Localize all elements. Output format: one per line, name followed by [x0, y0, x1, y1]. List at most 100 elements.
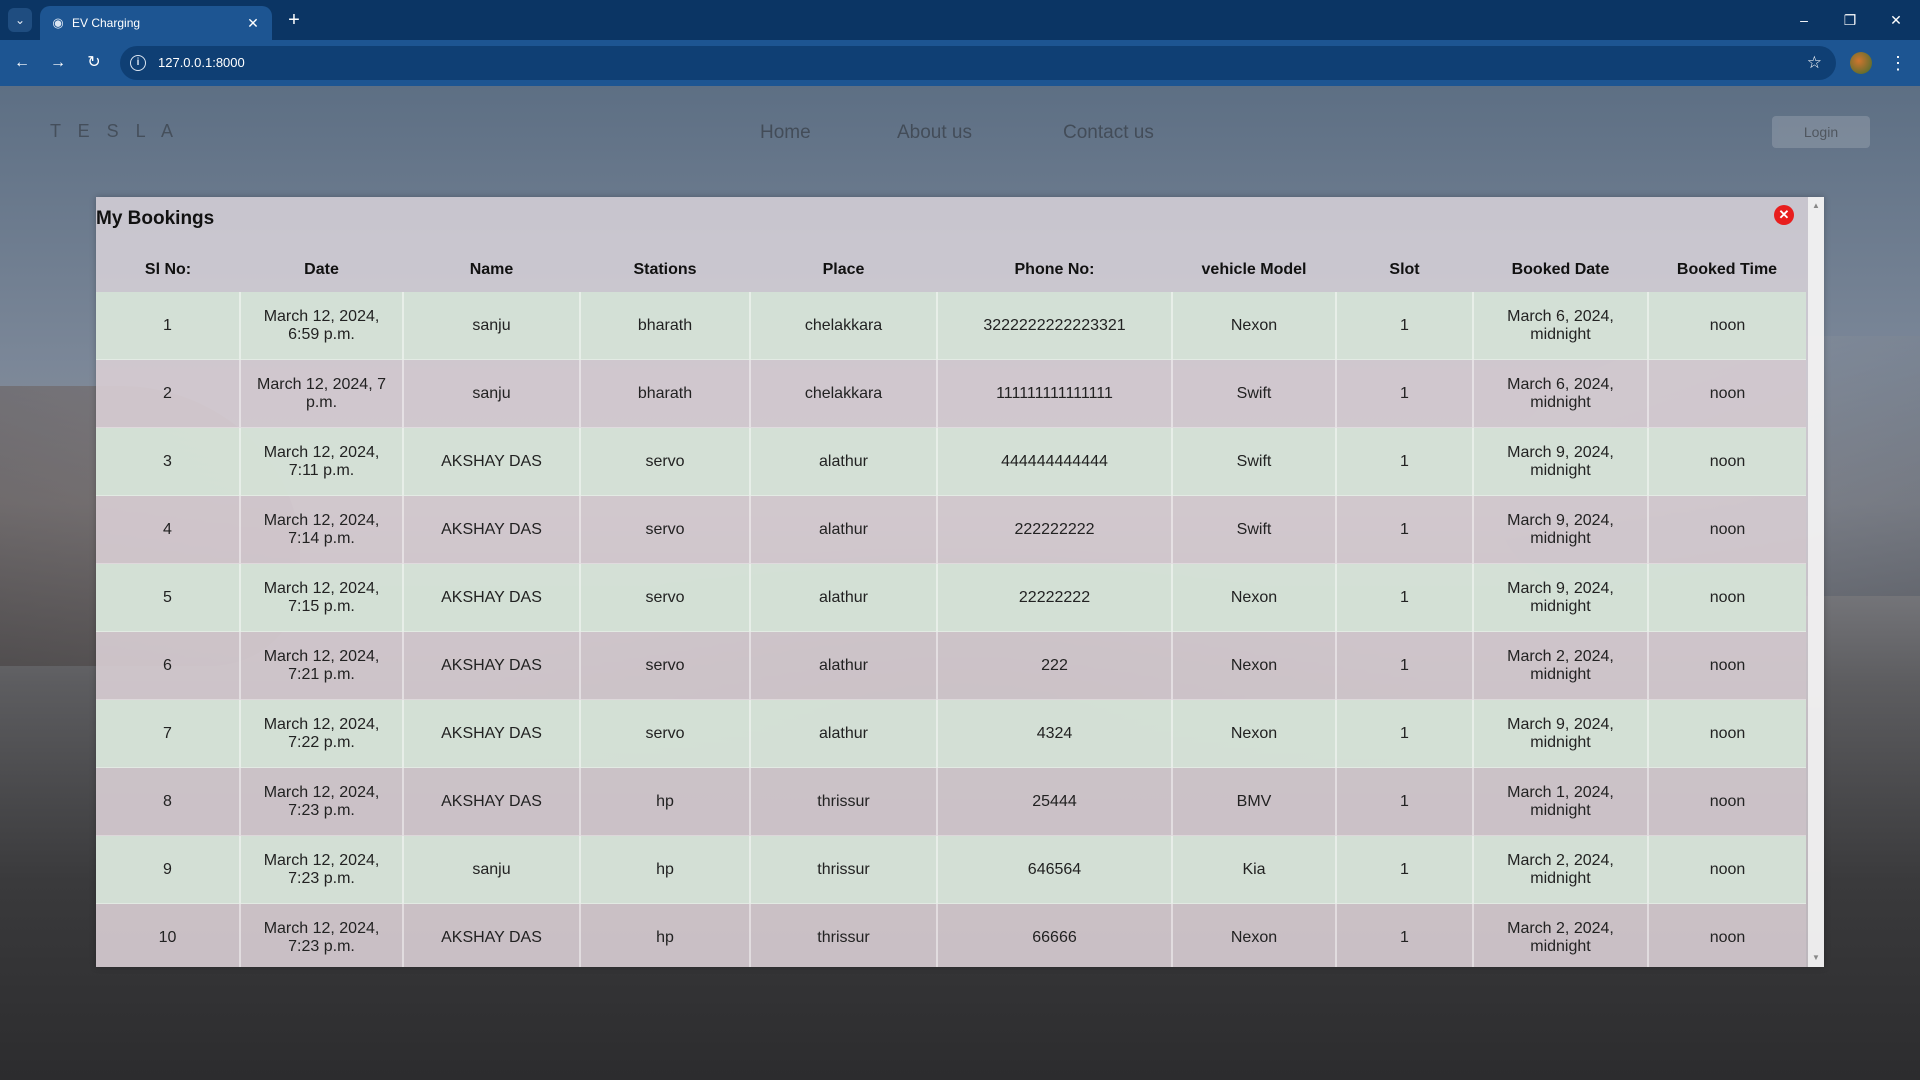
- cell-sl: 4: [96, 495, 241, 564]
- cell-slot: 1: [1336, 631, 1474, 700]
- cell-sl: 8: [96, 767, 241, 836]
- address-url[interactable]: 127.0.0.1:8000: [158, 55, 245, 71]
- cell-name: AKSHAY DAS: [403, 631, 581, 700]
- cell-booked-time: noon: [1648, 903, 1806, 967]
- minimize-icon[interactable]: –: [1792, 8, 1816, 32]
- nav-link-about[interactable]: About us: [897, 122, 972, 144]
- scroll-down-arrow-icon[interactable]: ▼: [1808, 951, 1824, 965]
- cell-model: BMV: [1172, 767, 1337, 836]
- browser-tab[interactable]: ◉ EV Charging ✕: [40, 6, 272, 40]
- cell-slot: 1: [1336, 292, 1474, 360]
- cell-station: servo: [580, 427, 751, 496]
- cell-place: alathur: [750, 563, 938, 632]
- cell-model: Nexon: [1172, 631, 1337, 700]
- cell-name: AKSHAY DAS: [403, 495, 581, 564]
- cell-phone: 66666: [937, 903, 1173, 967]
- cell-booked-time: noon: [1648, 495, 1806, 564]
- tab-search-chevron-down-icon[interactable]: ⌄: [8, 8, 32, 32]
- modal-scrollbar[interactable]: ▲ ▼: [1808, 197, 1824, 967]
- modal-close-icon[interactable]: ✕: [1774, 205, 1794, 225]
- table-row: 6 March 12, 2024, 7:21 p.m. AKSHAY DAS s…: [96, 631, 1806, 700]
- cell-sl: 6: [96, 631, 241, 700]
- kebab-menu-icon[interactable]: ⋮: [1888, 51, 1908, 75]
- table-row: 1 March 12, 2024, 6:59 p.m. sanju bharat…: [96, 292, 1806, 360]
- cell-date: March 12, 2024, 7 p.m.: [240, 359, 404, 428]
- cell-booked-time: noon: [1648, 631, 1806, 700]
- cell-place: thrissur: [750, 767, 938, 836]
- table-row: 3 March 12, 2024, 7:11 p.m. AKSHAY DAS s…: [96, 427, 1806, 496]
- cell-date: March 12, 2024, 7:23 p.m.: [240, 767, 404, 836]
- address-bar[interactable]: i 127.0.0.1:8000 ☆: [120, 46, 1836, 80]
- page-viewport: T E S L A Home About us Contact us Login…: [0, 86, 1920, 1080]
- bookings-table: Sl No: Date Name Stations Place Phone No…: [96, 247, 1806, 967]
- column-header: Date: [304, 260, 339, 278]
- table-header-row: Sl No: Date Name Stations Place Phone No…: [96, 247, 1806, 292]
- cell-name: AKSHAY DAS: [403, 903, 581, 967]
- table-row: 2 March 12, 2024, 7 p.m. sanju bharath c…: [96, 359, 1806, 428]
- browser-toolbar: ← → ↻ i 127.0.0.1:8000 ☆ ⋮: [0, 40, 1920, 86]
- modal-title: My Bookings: [96, 208, 215, 229]
- table-row: 9 March 12, 2024, 7:23 p.m. sanju hp thr…: [96, 835, 1806, 904]
- cell-name: AKSHAY DAS: [403, 767, 581, 836]
- browser-tab-bar: ⌄ ◉ EV Charging ✕ + – ❐ ✕: [0, 0, 1920, 40]
- cell-station: hp: [580, 835, 751, 904]
- column-header: Slot: [1389, 260, 1420, 278]
- cell-phone: 222222222: [937, 495, 1173, 564]
- cell-slot: 1: [1336, 563, 1474, 632]
- cell-slot: 1: [1336, 767, 1474, 836]
- profile-avatar[interactable]: [1850, 52, 1872, 74]
- bookmark-star-icon[interactable]: ☆: [1807, 53, 1822, 73]
- cell-slot: 1: [1336, 699, 1474, 768]
- cell-booked-date: March 2, 2024, midnight: [1473, 631, 1649, 700]
- cell-phone: 222: [937, 631, 1173, 700]
- scroll-up-arrow-icon[interactable]: ▲: [1808, 199, 1824, 213]
- back-arrow-left-icon[interactable]: ←: [10, 51, 34, 75]
- nav-link-home[interactable]: Home: [760, 122, 811, 144]
- cell-date: March 12, 2024, 6:59 p.m.: [240, 292, 404, 360]
- cell-date: March 12, 2024, 7:11 p.m.: [240, 427, 404, 496]
- cell-booked-time: noon: [1648, 699, 1806, 768]
- cell-booked-date: March 2, 2024, midnight: [1473, 903, 1649, 967]
- cell-booked-time: noon: [1648, 292, 1806, 360]
- column-header: Booked Time: [1676, 260, 1778, 278]
- cell-phone: 4324: [937, 699, 1173, 768]
- restore-icon[interactable]: ❐: [1838, 8, 1862, 32]
- table-row: 5 March 12, 2024, 7:15 p.m. AKSHAY DAS s…: [96, 563, 1806, 632]
- cell-name: sanju: [403, 359, 581, 428]
- cell-station: bharath: [580, 359, 751, 428]
- cell-station: servo: [580, 631, 751, 700]
- cell-model: Swift: [1172, 495, 1337, 564]
- cell-sl: 7: [96, 699, 241, 768]
- cell-booked-time: noon: [1648, 359, 1806, 428]
- forward-arrow-right-icon[interactable]: →: [46, 51, 70, 75]
- cell-place: chelakkara: [750, 292, 938, 360]
- cell-place: chelakkara: [750, 359, 938, 428]
- cell-booked-date: March 9, 2024, midnight: [1473, 563, 1649, 632]
- bookings-modal: My Bookings ✕ Sl No: Date Name Stations …: [96, 197, 1824, 967]
- cell-model: Swift: [1172, 427, 1337, 496]
- cell-name: sanju: [403, 292, 581, 360]
- login-button[interactable]: Login: [1772, 116, 1870, 148]
- window-close-icon[interactable]: ✕: [1884, 8, 1908, 32]
- cell-date: March 12, 2024, 7:14 p.m.: [240, 495, 404, 564]
- cell-sl: 3: [96, 427, 241, 496]
- cell-model: Nexon: [1172, 903, 1337, 967]
- cell-date: March 12, 2024, 7:23 p.m.: [240, 835, 404, 904]
- cell-name: sanju: [403, 835, 581, 904]
- cell-slot: 1: [1336, 903, 1474, 967]
- info-icon[interactable]: i: [130, 55, 146, 71]
- globe-icon: ◉: [52, 15, 64, 30]
- new-tab-plus-icon[interactable]: +: [282, 8, 306, 32]
- column-header: Place: [822, 260, 865, 278]
- cell-phone: 646564: [937, 835, 1173, 904]
- reload-icon[interactable]: ↻: [82, 51, 106, 75]
- cell-model: Nexon: [1172, 292, 1337, 360]
- cell-phone: 22222222: [937, 563, 1173, 632]
- site-logo[interactable]: T E S L A: [50, 121, 179, 142]
- tab-close-icon[interactable]: ✕: [244, 14, 262, 32]
- nav-link-contact[interactable]: Contact us: [1063, 122, 1154, 144]
- column-header: vehicle Model: [1201, 260, 1307, 278]
- column-header: Booked Date: [1511, 260, 1610, 278]
- cell-model: Kia: [1172, 835, 1337, 904]
- cell-station: bharath: [580, 292, 751, 360]
